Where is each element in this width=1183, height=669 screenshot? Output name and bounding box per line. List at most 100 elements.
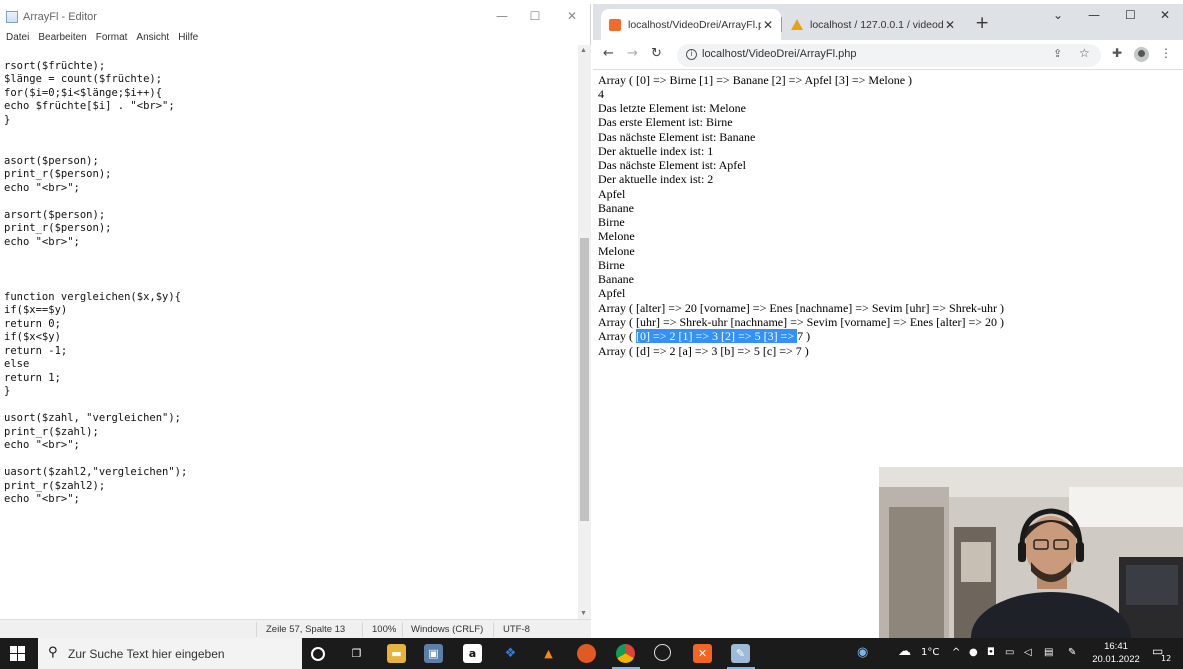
- minimize-icon[interactable]: —: [494, 8, 510, 24]
- address-bar[interactable]: i localhost/VideoDrei/ArrayFl.php ⇪ ☆: [677, 44, 1101, 67]
- code-editor[interactable]: rsort($früchte); $länge = count($früchte…: [0, 55, 578, 614]
- windows-start-icon[interactable]: [10, 646, 25, 661]
- code-line: else: [4, 358, 30, 370]
- obs-icon[interactable]: [654, 644, 671, 661]
- code-line: return -1;: [4, 345, 68, 357]
- new-tab-icon[interactable]: +: [975, 13, 989, 33]
- clock[interactable]: 16:41 20.01.2022: [1092, 640, 1140, 666]
- output-line: Der aktuelle index ist: 2: [598, 172, 714, 186]
- cursor-position: Zeile 57, Spalte 13: [266, 624, 346, 635]
- store-icon[interactable]: ▣: [424, 644, 443, 663]
- scrollbar-thumb[interactable]: [580, 238, 589, 521]
- share-icon[interactable]: ⇪: [1053, 47, 1062, 60]
- menu-ansicht[interactable]: Ansicht: [136, 32, 169, 43]
- vlc-icon[interactable]: ▲: [539, 644, 558, 663]
- volume-icon[interactable]: ◁: [1024, 647, 1032, 658]
- scroll-down-icon[interactable]: ▼: [580, 610, 587, 617]
- output-line: Array ( [d] => 2 [a] => 3 [b] => 5 [c] =…: [598, 344, 809, 358]
- browser-toolbar: ← → ↻ i localhost/VideoDrei/ArrayFl.php …: [593, 40, 1183, 70]
- code-line: arsort($person);: [4, 209, 106, 221]
- status-divider: [493, 622, 494, 637]
- notepad-window: ArrayFl - Editor — ☐ ✕ Datei Bearbeiten …: [0, 4, 591, 638]
- code-line: return 0;: [4, 318, 61, 330]
- language-icon[interactable]: ▤: [1044, 647, 1053, 658]
- cortana-icon[interactable]: [311, 647, 325, 661]
- menu-format[interactable]: Format: [96, 32, 128, 43]
- notepad-icon[interactable]: ✎: [731, 644, 750, 663]
- code-line: print_r($zahl);: [4, 426, 99, 438]
- bookmark-star-icon[interactable]: ☆: [1079, 46, 1090, 60]
- tab-search-icon[interactable]: ⌄: [1053, 8, 1063, 22]
- network-icon[interactable]: ▭: [1005, 647, 1014, 658]
- close-tab-icon[interactable]: ✕: [761, 18, 775, 32]
- output-line: Banane: [598, 201, 634, 215]
- xampp-favicon-icon: [609, 18, 621, 31]
- status-divider: [362, 622, 363, 637]
- output-line: Melone: [598, 229, 635, 243]
- camera-icon[interactable]: ◘: [987, 647, 995, 658]
- clock-time: 16:41: [1104, 641, 1128, 652]
- amazon-icon[interactable]: a: [463, 644, 482, 663]
- line-ending: Windows (CRLF): [411, 624, 484, 635]
- output-line: Apfel: [598, 187, 626, 201]
- profile-avatar-icon[interactable]: [1134, 47, 1149, 62]
- search-placeholder[interactable]: Zur Suche Text hier eingeben: [68, 647, 225, 661]
- maximize-icon[interactable]: ☐: [1125, 8, 1136, 22]
- close-icon[interactable]: ✕: [1160, 8, 1170, 22]
- output-line: Array ( [alter] => 20 [vorname] => Enes …: [598, 301, 1005, 315]
- code-line: return 1;: [4, 372, 61, 384]
- more-menu-icon[interactable]: ⋮: [1160, 46, 1172, 60]
- code-line: if($x<$y): [4, 331, 61, 343]
- weather-temperature[interactable]: 1°C: [921, 647, 939, 658]
- pen-icon[interactable]: ✎: [1068, 647, 1076, 658]
- microphone-icon[interactable]: ●: [969, 647, 978, 658]
- code-line: function vergleichen($x,$y){: [4, 291, 182, 303]
- output-line: Melone: [598, 244, 635, 258]
- back-icon[interactable]: ←: [603, 46, 614, 61]
- status-divider: [402, 622, 403, 637]
- task-view-icon[interactable]: ❐: [347, 644, 366, 663]
- reload-icon[interactable]: ↻: [651, 46, 662, 61]
- tab-phpmyadmin[interactable]: localhost / 127.0.0.1 / videodrei / ✕: [783, 9, 963, 40]
- chrome-icon[interactable]: [616, 644, 635, 663]
- output-line: Das erste Element ist: Birne: [598, 115, 733, 129]
- output-line: Das nächste Element ist: Banane: [598, 130, 756, 144]
- tab-arrayfl[interactable]: localhost/VideoDrei/ArrayFl.php ✕: [601, 9, 781, 40]
- url-text[interactable]: localhost/VideoDrei/ArrayFl.php: [702, 48, 856, 60]
- defender-icon[interactable]: ◉: [857, 645, 868, 660]
- vertical-scrollbar[interactable]: ▲ ▼: [578, 45, 591, 623]
- forward-icon[interactable]: →: [627, 46, 638, 61]
- minimize-icon[interactable]: —: [1088, 8, 1100, 22]
- close-icon[interactable]: ✕: [564, 8, 580, 24]
- output-line: Array ( [0] => Birne [1] => Banane [2] =…: [598, 73, 913, 87]
- menu-datei[interactable]: Datei: [6, 32, 29, 43]
- close-tab-icon[interactable]: ✕: [943, 18, 957, 32]
- output-line: Banane: [598, 272, 634, 286]
- text-selection[interactable]: [0] => 2 [1] => 3 [2] => 5 [3] =>: [635, 329, 798, 343]
- weather-cloud-icon[interactable]: ☁: [898, 644, 911, 659]
- line-suffix: 7 ): [797, 329, 811, 343]
- webcam-image: [879, 467, 1183, 638]
- maximize-icon[interactable]: ☐: [527, 8, 543, 24]
- firefox-icon[interactable]: [577, 644, 596, 663]
- scroll-up-icon[interactable]: ▲: [580, 47, 587, 54]
- output-line-selected[interactable]: Array ( [0] => 2 [1] => 3 [2] => 5 [3] =…: [598, 329, 810, 343]
- notepad-titlebar[interactable]: ArrayFl - Editor — ☐ ✕: [0, 4, 590, 29]
- taskbar-search-box[interactable]: ⚲ Zur Suche Text hier eingeben: [38, 638, 302, 669]
- code-line: }: [4, 114, 11, 126]
- line-prefix: Array (: [598, 329, 636, 343]
- site-info-icon[interactable]: i: [686, 49, 697, 60]
- menu-hilfe[interactable]: Hilfe: [178, 32, 198, 43]
- extensions-icon[interactable]: ✚: [1112, 46, 1122, 60]
- code-line: uasort($zahl2,"vergleichen");: [4, 466, 188, 478]
- tab-label: localhost/VideoDrei/ArrayFl.php: [628, 18, 761, 31]
- menu-bearbeiten[interactable]: Bearbeiten: [38, 32, 86, 43]
- show-hidden-icons-icon[interactable]: ^: [952, 647, 960, 658]
- dropbox-icon[interactable]: ❖: [501, 644, 520, 663]
- notepad-statusbar: Zeile 57, Spalte 13 100% Windows (CRLF) …: [0, 619, 591, 638]
- xampp-icon[interactable]: ✕: [693, 644, 712, 663]
- file-explorer-icon[interactable]: ▬: [387, 644, 406, 663]
- output-line: Apfel: [598, 286, 626, 300]
- output-line: Das nächste Element ist: Apfel: [598, 158, 746, 172]
- code-line: rsort($früchte);: [4, 60, 106, 72]
